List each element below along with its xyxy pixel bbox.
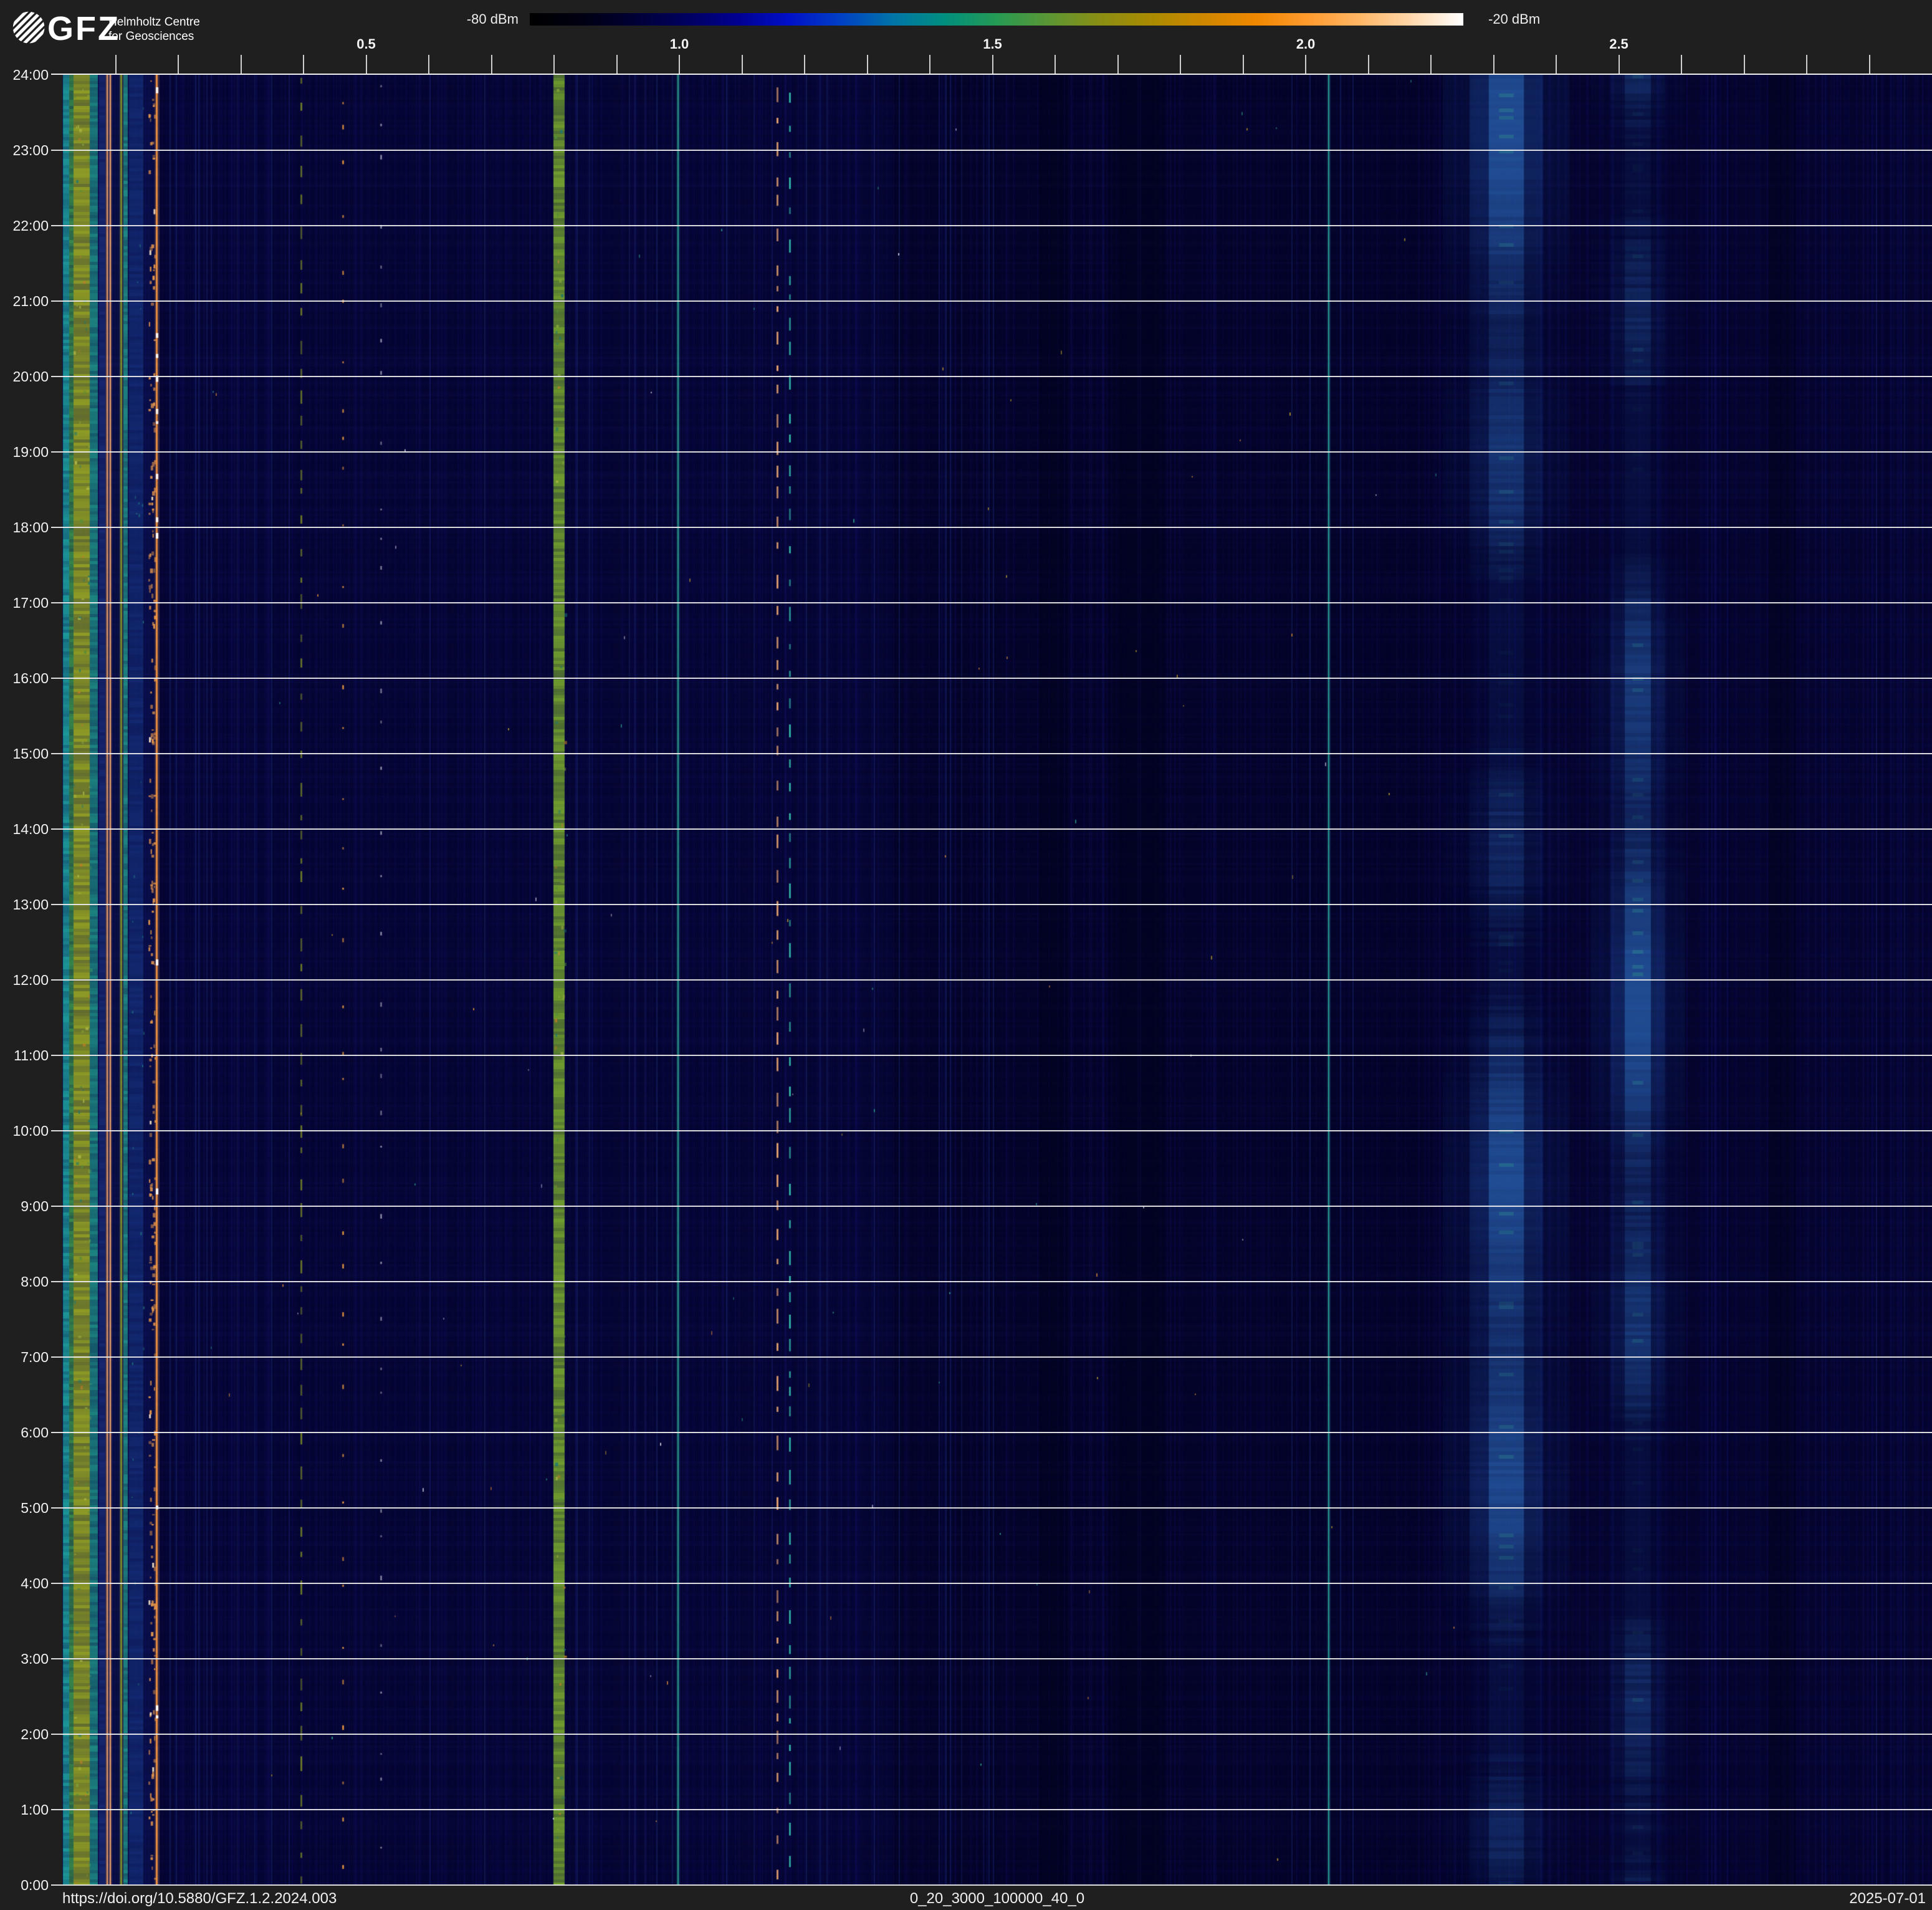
freq-tick [1368,55,1369,74]
freq-tick [366,55,367,74]
gfz-logo-name-line2: for Geosciences [108,29,200,44]
gfz-logo-mark [11,10,49,47]
dataset-params: 0_20_3000_100000_40_0 [62,1890,1932,1908]
gfz-logo [11,10,49,52]
time-label: 17:00 [0,595,49,611]
freq-tick-label: 2.0 [1287,36,1324,52]
hour-gridline [51,1432,1932,1433]
time-label: 23:00 [0,142,49,158]
time-label: 21:00 [0,293,49,309]
freq-tick [1556,55,1557,74]
freq-tick [1806,55,1807,74]
time-label: 18:00 [0,519,49,535]
time-label: 9:00 [0,1198,49,1214]
hour-gridline [51,1809,1932,1810]
time-label: 3:00 [0,1651,49,1667]
freq-tick [1117,55,1119,74]
date-label: 2025-07-01 [1849,1890,1926,1908]
hour-gridline [51,828,1932,830]
time-label: 1:00 [0,1802,49,1818]
freq-tick [1681,55,1682,74]
hour-gridline [51,225,1932,226]
freq-tick [992,55,993,74]
hour-gridline [51,1734,1932,1735]
hour-gridline [51,1583,1932,1584]
freq-tick [115,55,117,74]
spectrogram-screen: GFZ Helmholtz Centre for Geosciences -80… [0,0,1932,1910]
freq-tick [1744,55,1745,74]
colorbar-min-label: -80 dBm [411,11,519,27]
freq-tick [1054,55,1056,74]
time-label: 6:00 [0,1424,49,1441]
hour-gridline [51,300,1932,302]
time-label: 4:00 [0,1575,49,1591]
freq-tick-label: 2.5 [1600,36,1638,52]
freq-tick [867,55,868,74]
time-label: 11:00 [0,1047,49,1063]
hour-gridline [51,527,1932,528]
time-label: 8:00 [0,1274,49,1290]
freq-tick-label: 1.5 [974,36,1011,52]
freq-tick [1243,55,1244,74]
freq-tick-label: 0.5 [348,36,385,52]
freq-tick [742,55,743,74]
hour-gridline [51,904,1932,905]
time-label: 15:00 [0,746,49,762]
hour-gridline [51,150,1932,151]
freq-tick [929,55,930,74]
colorbar-gradient [530,13,1463,26]
hour-gridline [51,376,1932,377]
hour-gridline [51,979,1932,981]
hour-gridline [51,678,1932,679]
freq-tick [1180,55,1181,74]
hour-gridline [51,1507,1932,1509]
time-label: 2:00 [0,1726,49,1742]
hour-gridline [51,451,1932,453]
time-label: 20:00 [0,368,49,385]
time-label: 5:00 [0,1500,49,1516]
time-label: 24:00 [0,67,49,83]
colorbar-max-label: -20 dBm [1488,11,1613,27]
hour-gridline [51,602,1932,603]
time-label: 0:00 [0,1877,49,1893]
hour-gridline [51,1281,1932,1282]
freq-tick [1869,55,1870,74]
freq-tick [1493,55,1494,74]
freq-tick [553,55,555,74]
freq-tick [616,55,618,74]
hour-gridline [51,1658,1932,1659]
time-label: 13:00 [0,896,49,913]
hour-gridline [51,1206,1932,1207]
freq-tick [804,55,805,74]
freq-tick [1305,55,1306,74]
freq-tick-label: 1.0 [661,36,698,52]
time-label: 22:00 [0,218,49,234]
freq-tick [241,55,242,74]
hour-gridline [51,753,1932,754]
hour-gridline [51,1356,1932,1358]
time-label: 19:00 [0,444,49,460]
hour-gridline [51,1884,1932,1886]
time-label: 7:00 [0,1349,49,1365]
freq-tick [428,55,429,74]
time-label: 14:00 [0,821,49,837]
freq-tick [491,55,492,74]
time-label: 12:00 [0,972,49,988]
hour-gridline [51,1055,1932,1056]
time-label: 16:00 [0,670,49,686]
freq-tick [303,55,304,74]
time-label: 10:00 [0,1123,49,1139]
freq-tick [1619,55,1620,74]
freq-tick [1430,55,1432,74]
gfz-logo-name: Helmholtz Centre for Geosciences [108,15,200,44]
freq-tick [679,55,680,74]
hour-gridline [51,1130,1932,1131]
gfz-logo-name-line1: Helmholtz Centre [108,15,200,29]
freq-tick [178,55,179,74]
